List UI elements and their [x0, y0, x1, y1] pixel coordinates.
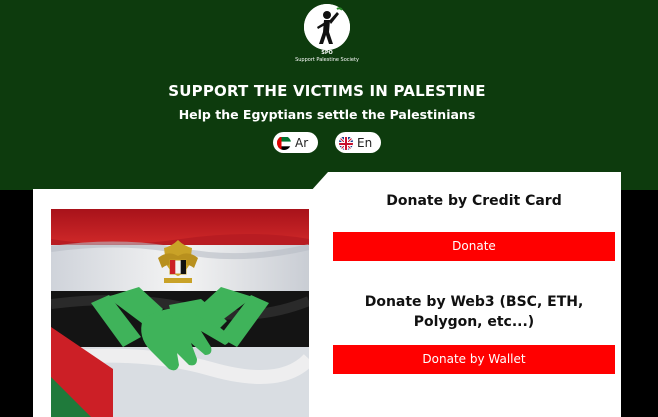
page-subtitle: Help the Egyptians settle the Palestinia… [178, 107, 476, 122]
uae-flag-icon [277, 136, 291, 150]
site-header: SPO Support Palestine Society SUPPORT TH… [0, 0, 658, 190]
language-button-en[interactable]: En [335, 132, 381, 153]
logo-abbreviation: SPO [321, 50, 333, 56]
language-label-en: En [357, 135, 373, 150]
donate-credit-card-button[interactable]: Donate [333, 232, 615, 261]
web3-title: Donate by Web3 (BSC, ETH, Polygon, etc..… [364, 294, 584, 330]
credit-card-title: Donate by Credit Card [386, 193, 562, 209]
egypt-palestine-handshake-image [51, 209, 309, 417]
language-label-ar: Ar [295, 135, 309, 150]
language-button-ar[interactable]: Ar [273, 132, 318, 153]
page-title: SUPPORT THE VICTIMS IN PALESTINE [168, 82, 486, 100]
logo-name: Support Palestine Society [295, 57, 359, 63]
uk-flag-icon [339, 135, 353, 150]
donate-wallet-button[interactable]: Donate by Wallet [333, 345, 615, 374]
spo-logo-icon[interactable] [304, 4, 350, 50]
